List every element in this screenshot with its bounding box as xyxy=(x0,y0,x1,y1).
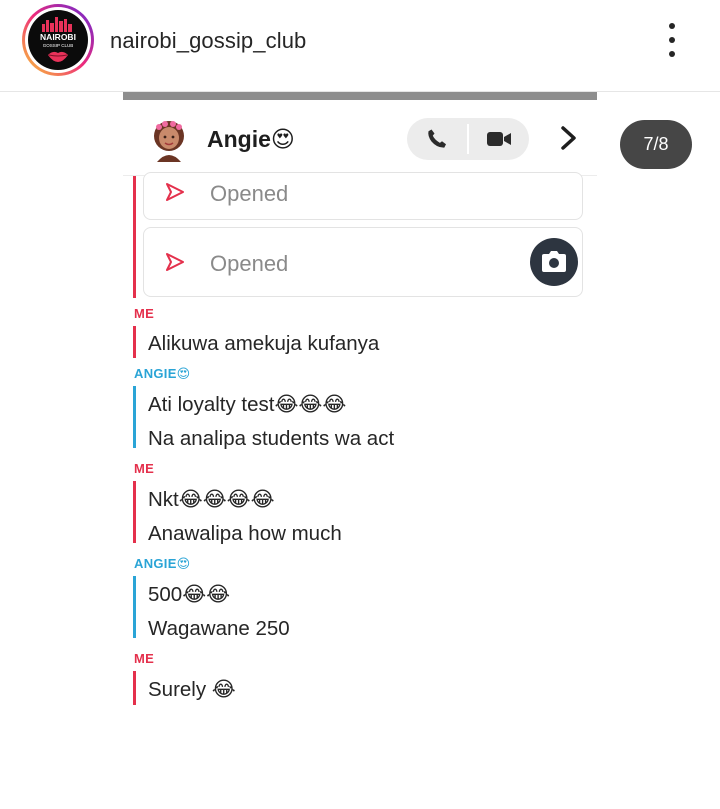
snap-status: Opened xyxy=(210,251,289,276)
sent-arrow-icon xyxy=(166,253,184,271)
phone-icon[interactable] xyxy=(407,118,468,160)
chat-message: Ati loyalty test😂😂😂 xyxy=(148,393,347,416)
chat-contact-name: Angie😍 xyxy=(207,126,295,152)
chat-message: Na analipa students wa act xyxy=(148,427,395,450)
snap-item[interactable]: Opened xyxy=(143,227,583,297)
chat-message: Alikuwa amekuja kufanya xyxy=(148,332,380,355)
chat-message: 500😂😂 xyxy=(148,583,231,606)
more-vertical-icon[interactable] xyxy=(656,20,688,60)
logo-text-gossip-club: GOSSIP CLUB xyxy=(43,43,73,48)
thread-rail-me xyxy=(133,671,136,705)
chevron-right-icon[interactable] xyxy=(555,120,583,156)
carousel-counter: 7/8 xyxy=(620,120,692,169)
chat-message: Surely 😂 xyxy=(148,678,236,701)
chat-message: Wagawane 250 xyxy=(148,617,290,640)
thread-rail-me xyxy=(133,481,136,543)
nairobi-gossip-club-logo: NAIROBI GOSSIP CLUB xyxy=(28,10,88,70)
call-actions xyxy=(407,118,529,160)
sender-label: ANGIE😍 xyxy=(134,366,191,381)
chat-message: Nkt😂😂😂😂 xyxy=(148,488,275,511)
post-header: NAIROBI GOSSIP CLUB nairobi_gossip_club xyxy=(0,0,720,92)
camera-icon[interactable] xyxy=(530,238,578,286)
sender-label: ME xyxy=(134,651,155,666)
bitmoji-avatar xyxy=(149,118,189,162)
thread-rail-me xyxy=(133,176,136,298)
slide-top-bar xyxy=(123,92,597,100)
snap-status: Opened xyxy=(210,181,289,206)
thread-rail-angie xyxy=(133,386,136,448)
chat-message: Anawalipa how much xyxy=(148,522,342,545)
carousel-slide[interactable]: Angie😍 Opened Opened ME Alikuwa amekuja … xyxy=(123,92,597,712)
post-username[interactable]: nairobi_gossip_club xyxy=(110,28,306,54)
sender-label: ME xyxy=(134,306,155,321)
thread-rail-me xyxy=(133,326,136,358)
sender-label: ME xyxy=(134,461,155,476)
logo-text-nairobi: NAIROBI xyxy=(40,32,76,42)
thread-rail-angie xyxy=(133,576,136,638)
sender-label: ANGIE😍 xyxy=(134,556,191,571)
profile-avatar[interactable]: NAIROBI GOSSIP CLUB xyxy=(22,4,94,76)
video-camera-icon[interactable] xyxy=(468,118,529,160)
chat-header: Angie😍 xyxy=(123,100,597,176)
snap-item[interactable]: Opened xyxy=(143,172,583,220)
sent-arrow-icon xyxy=(166,183,184,201)
